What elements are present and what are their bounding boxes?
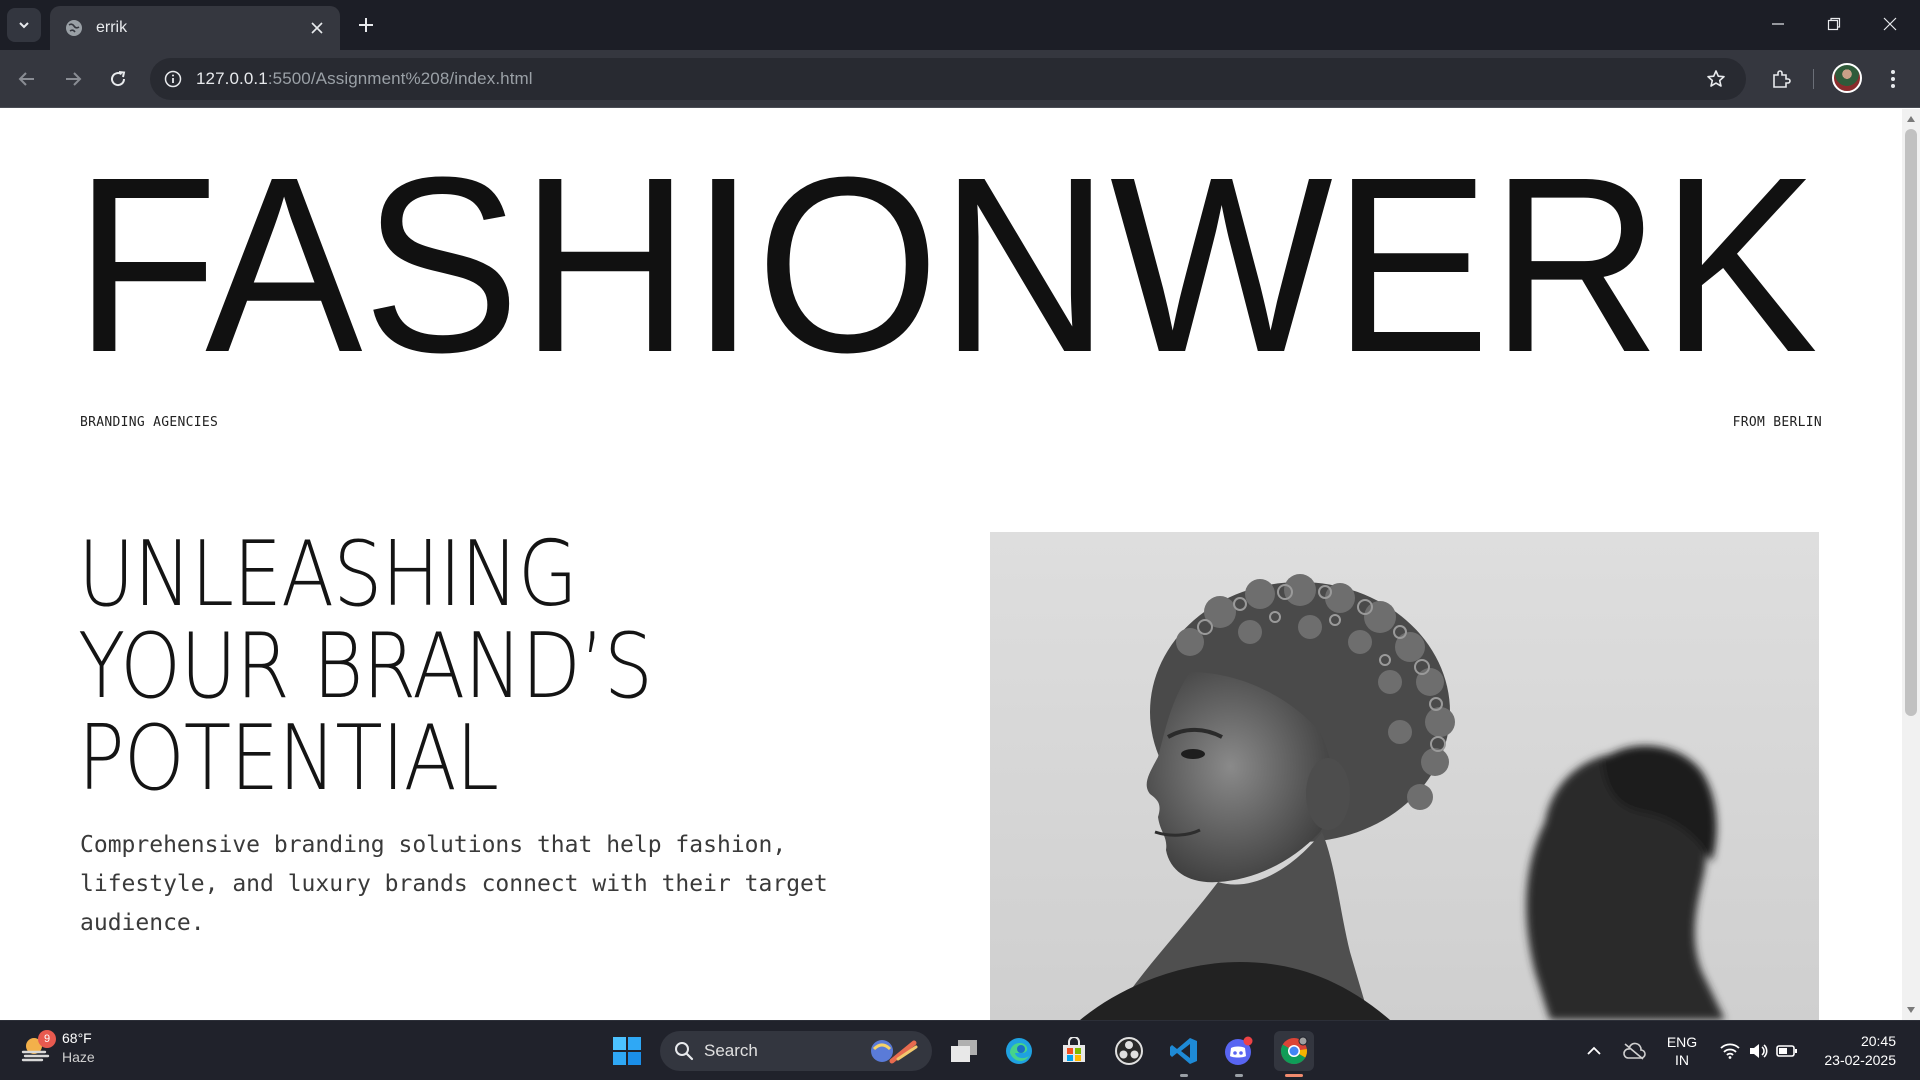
minimize-button[interactable] <box>1750 0 1806 48</box>
microsoft-store-button[interactable] <box>1054 1031 1094 1071</box>
weather-condition: Haze <box>62 1049 95 1065</box>
puzzle-icon <box>1773 70 1791 88</box>
new-tab-button[interactable] <box>352 11 380 39</box>
vscode-button[interactable] <box>1164 1031 1204 1077</box>
reload-icon <box>111 71 126 87</box>
hero-headline: UNLEASHING YOUR BRAND’S POTENTIAL <box>78 529 978 805</box>
globe-icon <box>64 18 84 38</box>
windows-logo-icon <box>613 1037 641 1065</box>
discord-icon <box>1225 1036 1253 1065</box>
reload-button[interactable] <box>101 62 135 96</box>
battery-icon <box>1776 1045 1797 1057</box>
chrome-icon <box>1280 1036 1308 1065</box>
region-code: IN <box>1675 1052 1689 1068</box>
hero-description: Comprehensive branding solutions that he… <box>80 832 828 936</box>
url-text: 127.0.0.1:5500/Assignment%208/index.html <box>196 69 533 89</box>
search-icon <box>675 1042 694 1061</box>
running-indicator <box>1180 1074 1188 1077</box>
obs-icon <box>1115 1037 1143 1065</box>
headline-line-2: YOUR BRAND’S <box>78 614 653 719</box>
plus-icon <box>359 18 373 32</box>
search-label: Search <box>704 1041 758 1060</box>
headline-line-1: UNLEASHING <box>78 522 578 627</box>
running-indicator <box>1235 1074 1243 1077</box>
headline-line-3: POTENTIAL <box>78 706 499 811</box>
info-icon[interactable] <box>164 70 182 88</box>
close-tab-icon[interactable] <box>306 17 328 39</box>
task-view-button[interactable] <box>944 1031 984 1071</box>
tab-title: errik <box>96 19 128 36</box>
wifi-icon <box>1720 1043 1740 1059</box>
vertical-scrollbar[interactable] <box>1902 109 1920 1020</box>
toolbar-divider <box>1813 69 1814 89</box>
windows-taskbar: 9 68°F Haze Search ENG IN 20:45 23-02-20… <box>0 1020 1920 1080</box>
page-viewport: FASHIONWERK BRANDING AGENCIES FROM BERLI… <box>0 109 1920 1020</box>
discord-button[interactable] <box>1219 1031 1259 1077</box>
tab-search-button[interactable] <box>7 8 41 42</box>
close-icon <box>1883 17 1897 31</box>
task-view-icon <box>951 1040 977 1062</box>
tab-active[interactable]: errik <box>50 6 340 50</box>
scrollbar-thumb[interactable] <box>1905 129 1917 716</box>
chevron-up-icon <box>1587 1046 1601 1055</box>
store-icon <box>1063 1037 1085 1062</box>
arrow-left-icon <box>18 72 34 86</box>
subtitle-right: FROM BERLIN <box>1732 415 1822 430</box>
scroll-up-arrow-icon[interactable] <box>1902 111 1920 127</box>
taskbar-search[interactable]: Search <box>660 1031 932 1071</box>
scroll-down-arrow-icon[interactable] <box>1902 1002 1920 1018</box>
profile-avatar[interactable] <box>1832 63 1862 93</box>
edge-icon <box>1006 1038 1032 1064</box>
volume-icon <box>1750 1044 1768 1058</box>
obs-button[interactable] <box>1109 1031 1149 1071</box>
tab-strip: errik <box>0 0 1920 50</box>
weather-temp: 68°F <box>62 1030 92 1046</box>
address-bar[interactable]: 127.0.0.1:5500/Assignment%208/index.html <box>150 58 1746 100</box>
chevron-down-icon <box>19 22 29 29</box>
clock-time: 20:45 <box>1860 1033 1896 1049</box>
language-indicator[interactable]: ENG IN <box>1660 1021 1704 1080</box>
minimize-icon <box>1772 23 1784 25</box>
onedrive-status[interactable] <box>1618 1021 1650 1080</box>
restore-icon <box>1827 17 1841 31</box>
arrow-right-icon <box>66 72 82 86</box>
show-hidden-icons-button[interactable] <box>1582 1021 1606 1080</box>
active-indicator <box>1285 1074 1303 1077</box>
extensions-button[interactable] <box>1764 62 1798 96</box>
clock[interactable]: 20:45 23-02-2025 <box>1812 1021 1896 1080</box>
back-button[interactable] <box>10 62 44 96</box>
url-host: 127.0.0.1 <box>196 69 268 88</box>
quick-settings[interactable] <box>1714 1021 1804 1080</box>
browser-toolbar: 127.0.0.1:5500/Assignment%208/index.html <box>0 50 1920 108</box>
more-vertical-icon <box>1891 70 1895 88</box>
brand-title: FASHIONWERK <box>74 125 1818 404</box>
forward-button[interactable] <box>56 62 90 96</box>
brand-title-text: FASHIONWERK <box>74 125 1818 404</box>
bookmark-star-icon[interactable] <box>1704 67 1728 91</box>
weather-text: 68°F Haze <box>62 1029 95 1067</box>
edge-button[interactable] <box>999 1031 1039 1071</box>
hero-image <box>990 532 1819 1020</box>
browser-menu-button[interactable] <box>1876 62 1910 96</box>
clock-date: 23-02-2025 <box>1824 1052 1896 1068</box>
weather-badge: 9 <box>38 1030 56 1048</box>
subtitle-left: BRANDING AGENCIES <box>80 415 219 430</box>
url-path: :5500/Assignment%208/index.html <box>267 69 533 88</box>
language-code: ENG <box>1666 1034 1698 1050</box>
weather-widget[interactable]: 9 68°F Haze <box>20 1029 95 1067</box>
start-button[interactable] <box>607 1031 647 1071</box>
chrome-button[interactable] <box>1274 1031 1314 1077</box>
close-window-button[interactable] <box>1862 0 1918 48</box>
vscode-icon <box>1170 1038 1197 1064</box>
search-highlight-art-icon <box>871 1040 918 1064</box>
weather-haze-icon: 9 <box>20 1030 56 1064</box>
cloud-offline-icon <box>1623 1042 1646 1060</box>
restore-button[interactable] <box>1806 0 1862 48</box>
